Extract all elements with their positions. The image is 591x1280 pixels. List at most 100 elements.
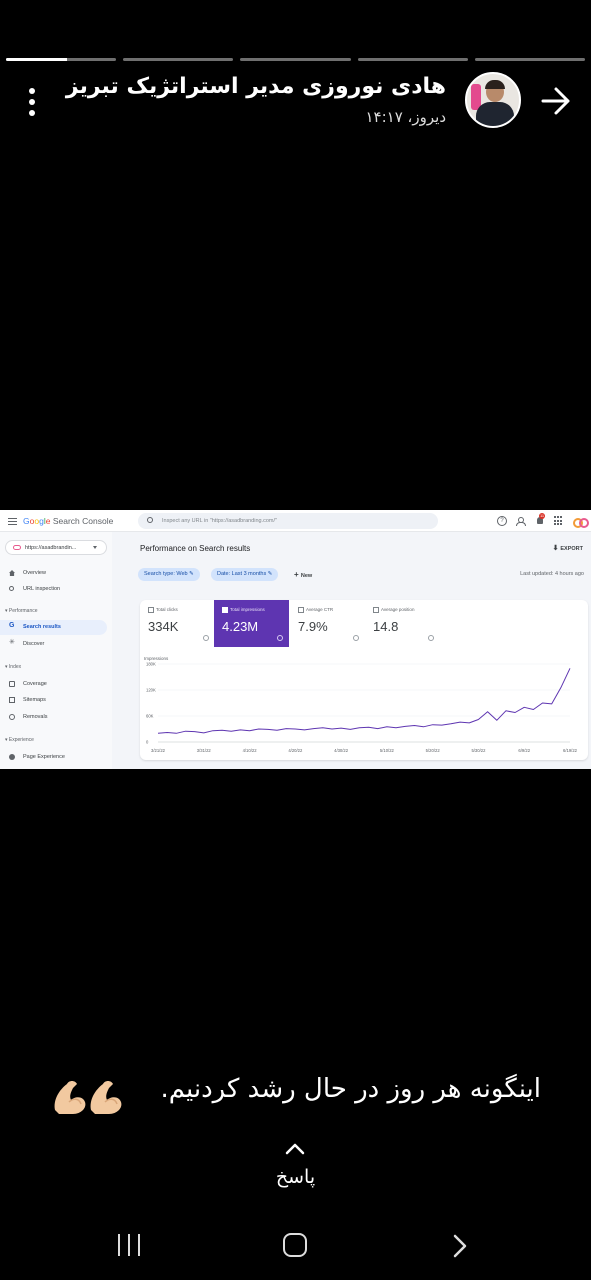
more-options-icon[interactable] bbox=[26, 88, 38, 116]
sidebar-item-overview: Overview bbox=[0, 566, 107, 581]
metric-label: Total clicks bbox=[148, 607, 215, 613]
chart-x-tick-label: 3/31/22 bbox=[197, 748, 212, 753]
search-icon bbox=[147, 517, 153, 523]
gsc-topbar: Google Search Console Inspect any URL in… bbox=[0, 510, 591, 532]
page-experience-icon bbox=[9, 754, 15, 760]
back-arrow-icon[interactable] bbox=[539, 84, 573, 118]
help-icon bbox=[203, 635, 209, 641]
reply-button[interactable]: پاسخ bbox=[0, 1166, 591, 1188]
back-chevron-icon[interactable] bbox=[450, 1233, 470, 1259]
story-progress-segment bbox=[240, 58, 351, 61]
impressions-chart: Impressions 180K 120K 60K 03/21/22 3/31/22 4/… bbox=[144, 656, 578, 753]
metric-label: Average position bbox=[373, 607, 440, 613]
help-icon bbox=[277, 635, 283, 641]
story-progress-segment bbox=[357, 58, 468, 61]
home-icon bbox=[9, 570, 15, 576]
sidebar-item-page-experience: Page Experience bbox=[0, 750, 107, 765]
sidebar-item-coverage: Coverage bbox=[0, 677, 107, 692]
notifications-icon: 11 bbox=[535, 513, 546, 526]
filter-chip-date: Date: Last 3 months bbox=[211, 568, 279, 581]
metric-value: 334K bbox=[148, 619, 179, 634]
notification-badge: 11 bbox=[539, 513, 546, 519]
home-button-icon[interactable] bbox=[283, 1233, 307, 1257]
sidebar-item-label: Sitemaps bbox=[23, 697, 46, 703]
impressions-series-line bbox=[157, 668, 571, 734]
apps-grid-icon bbox=[554, 516, 564, 526]
chart-y-tick-label: 180K bbox=[146, 662, 156, 667]
topbar-icons: ? 11 bbox=[497, 513, 589, 528]
sidebar-item-label: Discover bbox=[23, 641, 45, 647]
story-progress-segment bbox=[6, 58, 117, 61]
chart-y-tick-label: 60K bbox=[146, 714, 154, 719]
sidebar-item-sitemaps: Sitemaps bbox=[0, 693, 107, 708]
hamburger-menu-icon bbox=[8, 518, 17, 525]
story-caption: اینگونه هر روز در حال رشد کردنیم. bbox=[160, 1074, 541, 1104]
sidebar-item-label: Search results bbox=[23, 624, 61, 630]
recent-apps-icon[interactable] bbox=[118, 1234, 140, 1256]
chart-x-tick-label: 6/9/22 bbox=[518, 748, 530, 753]
new-filter-button: New bbox=[294, 570, 312, 579]
chart-x-tick-label: 3/21/22 bbox=[151, 748, 166, 753]
google-wordmark: Google bbox=[23, 516, 51, 526]
chart-x-tick-label: 6/19/22 bbox=[563, 748, 578, 753]
help-icon bbox=[428, 635, 434, 641]
flexed-biceps-emoji-icon bbox=[54, 1081, 122, 1114]
search-placeholder: Inspect any URL in "https://asadbranding… bbox=[162, 518, 277, 524]
chart-x-tick-label: 4/10/22 bbox=[243, 748, 258, 753]
chart-y-tick-label: 0 bbox=[146, 740, 149, 745]
chart-x-tick-label: 5/30/22 bbox=[471, 748, 486, 753]
chart-x-tick-label: 4/30/22 bbox=[334, 748, 349, 753]
property-url: https://asadbrandin... bbox=[25, 545, 77, 551]
metric-average-position: Average position 14.8 bbox=[365, 600, 440, 647]
sidebar-item-removals: Removals bbox=[0, 710, 107, 725]
sidebar-item-url-inspection: URL inspection bbox=[0, 582, 107, 597]
page-title: Performance on Search results bbox=[140, 544, 251, 553]
chart-x-tick-label: 4/20/22 bbox=[288, 748, 303, 753]
story-progress bbox=[6, 58, 586, 62]
chart-y-axis-label: Impressions bbox=[144, 656, 169, 661]
metric-value: 7.9% bbox=[298, 619, 328, 634]
story-progress-fill bbox=[6, 58, 67, 61]
performance-card: Total clicks 334K Total impressions 4.23… bbox=[140, 600, 588, 760]
chevron-down-icon bbox=[93, 546, 97, 549]
search-console-logo: Google Search Console bbox=[23, 516, 113, 526]
sidebar-item-label: Overview bbox=[23, 570, 46, 576]
system-navigation-bar bbox=[0, 1224, 591, 1268]
sidebar-item-label: URL inspection bbox=[23, 586, 61, 592]
sidebar-item-label: Removals bbox=[23, 714, 48, 720]
search-console-screenshot: https://asadbrandin... Overview URL insp… bbox=[0, 510, 591, 769]
sidebar-section-index: Index bbox=[5, 664, 21, 670]
last-updated: Last updated: 4 hours ago bbox=[520, 571, 584, 577]
metric-value: 4.23M bbox=[222, 619, 259, 634]
product-name: Search Console bbox=[52, 516, 114, 526]
filter-chip-search-type: Search type: Web bbox=[138, 568, 200, 581]
metric-total-clicks: Total clicks 334K bbox=[140, 600, 215, 647]
story-progress-segment bbox=[474, 58, 586, 61]
gsc-sidebar: https://asadbrandin... Overview URL insp… bbox=[0, 510, 112, 769]
gsc-main: Performance on Search results EXPORT Sea… bbox=[112, 510, 591, 769]
chevron-up-icon[interactable] bbox=[284, 1142, 306, 1156]
sidebar-section-experience: Experience bbox=[5, 737, 34, 743]
property-selector: https://asadbrandin... bbox=[5, 540, 107, 555]
story-author-name[interactable]: هادی نوروزی مدیر استراتژیک تبریز bbox=[66, 74, 446, 99]
metric-label: Average CTR bbox=[298, 607, 365, 613]
metric-value: 14.8 bbox=[373, 619, 399, 634]
users-settings-icon bbox=[516, 516, 526, 526]
help-icon: ? bbox=[497, 516, 507, 526]
chart-x-tick-label: 5/10/22 bbox=[380, 748, 395, 753]
coverage-icon bbox=[9, 681, 15, 687]
help-icon bbox=[353, 635, 359, 641]
sidebar-item-label: Page Experience bbox=[23, 754, 65, 760]
sitemap-icon bbox=[9, 697, 15, 703]
sidebar-item-search-results: G Search results bbox=[0, 620, 107, 635]
metric-total-impressions: Total impressions 4.23M bbox=[214, 600, 289, 647]
chart-x-tick-label: 5/20/22 bbox=[426, 748, 441, 753]
story-timestamp: دیروز، ۱۴:۱۷ bbox=[365, 108, 446, 126]
sidebar-item-label: Coverage bbox=[23, 681, 47, 687]
property-icon bbox=[13, 545, 21, 550]
avatar[interactable] bbox=[465, 72, 521, 128]
google-g-icon: G bbox=[9, 622, 15, 629]
removals-icon bbox=[9, 714, 15, 720]
story-progress-segment bbox=[123, 58, 234, 61]
metric-average-ctr: Average CTR 7.9% bbox=[290, 600, 365, 647]
